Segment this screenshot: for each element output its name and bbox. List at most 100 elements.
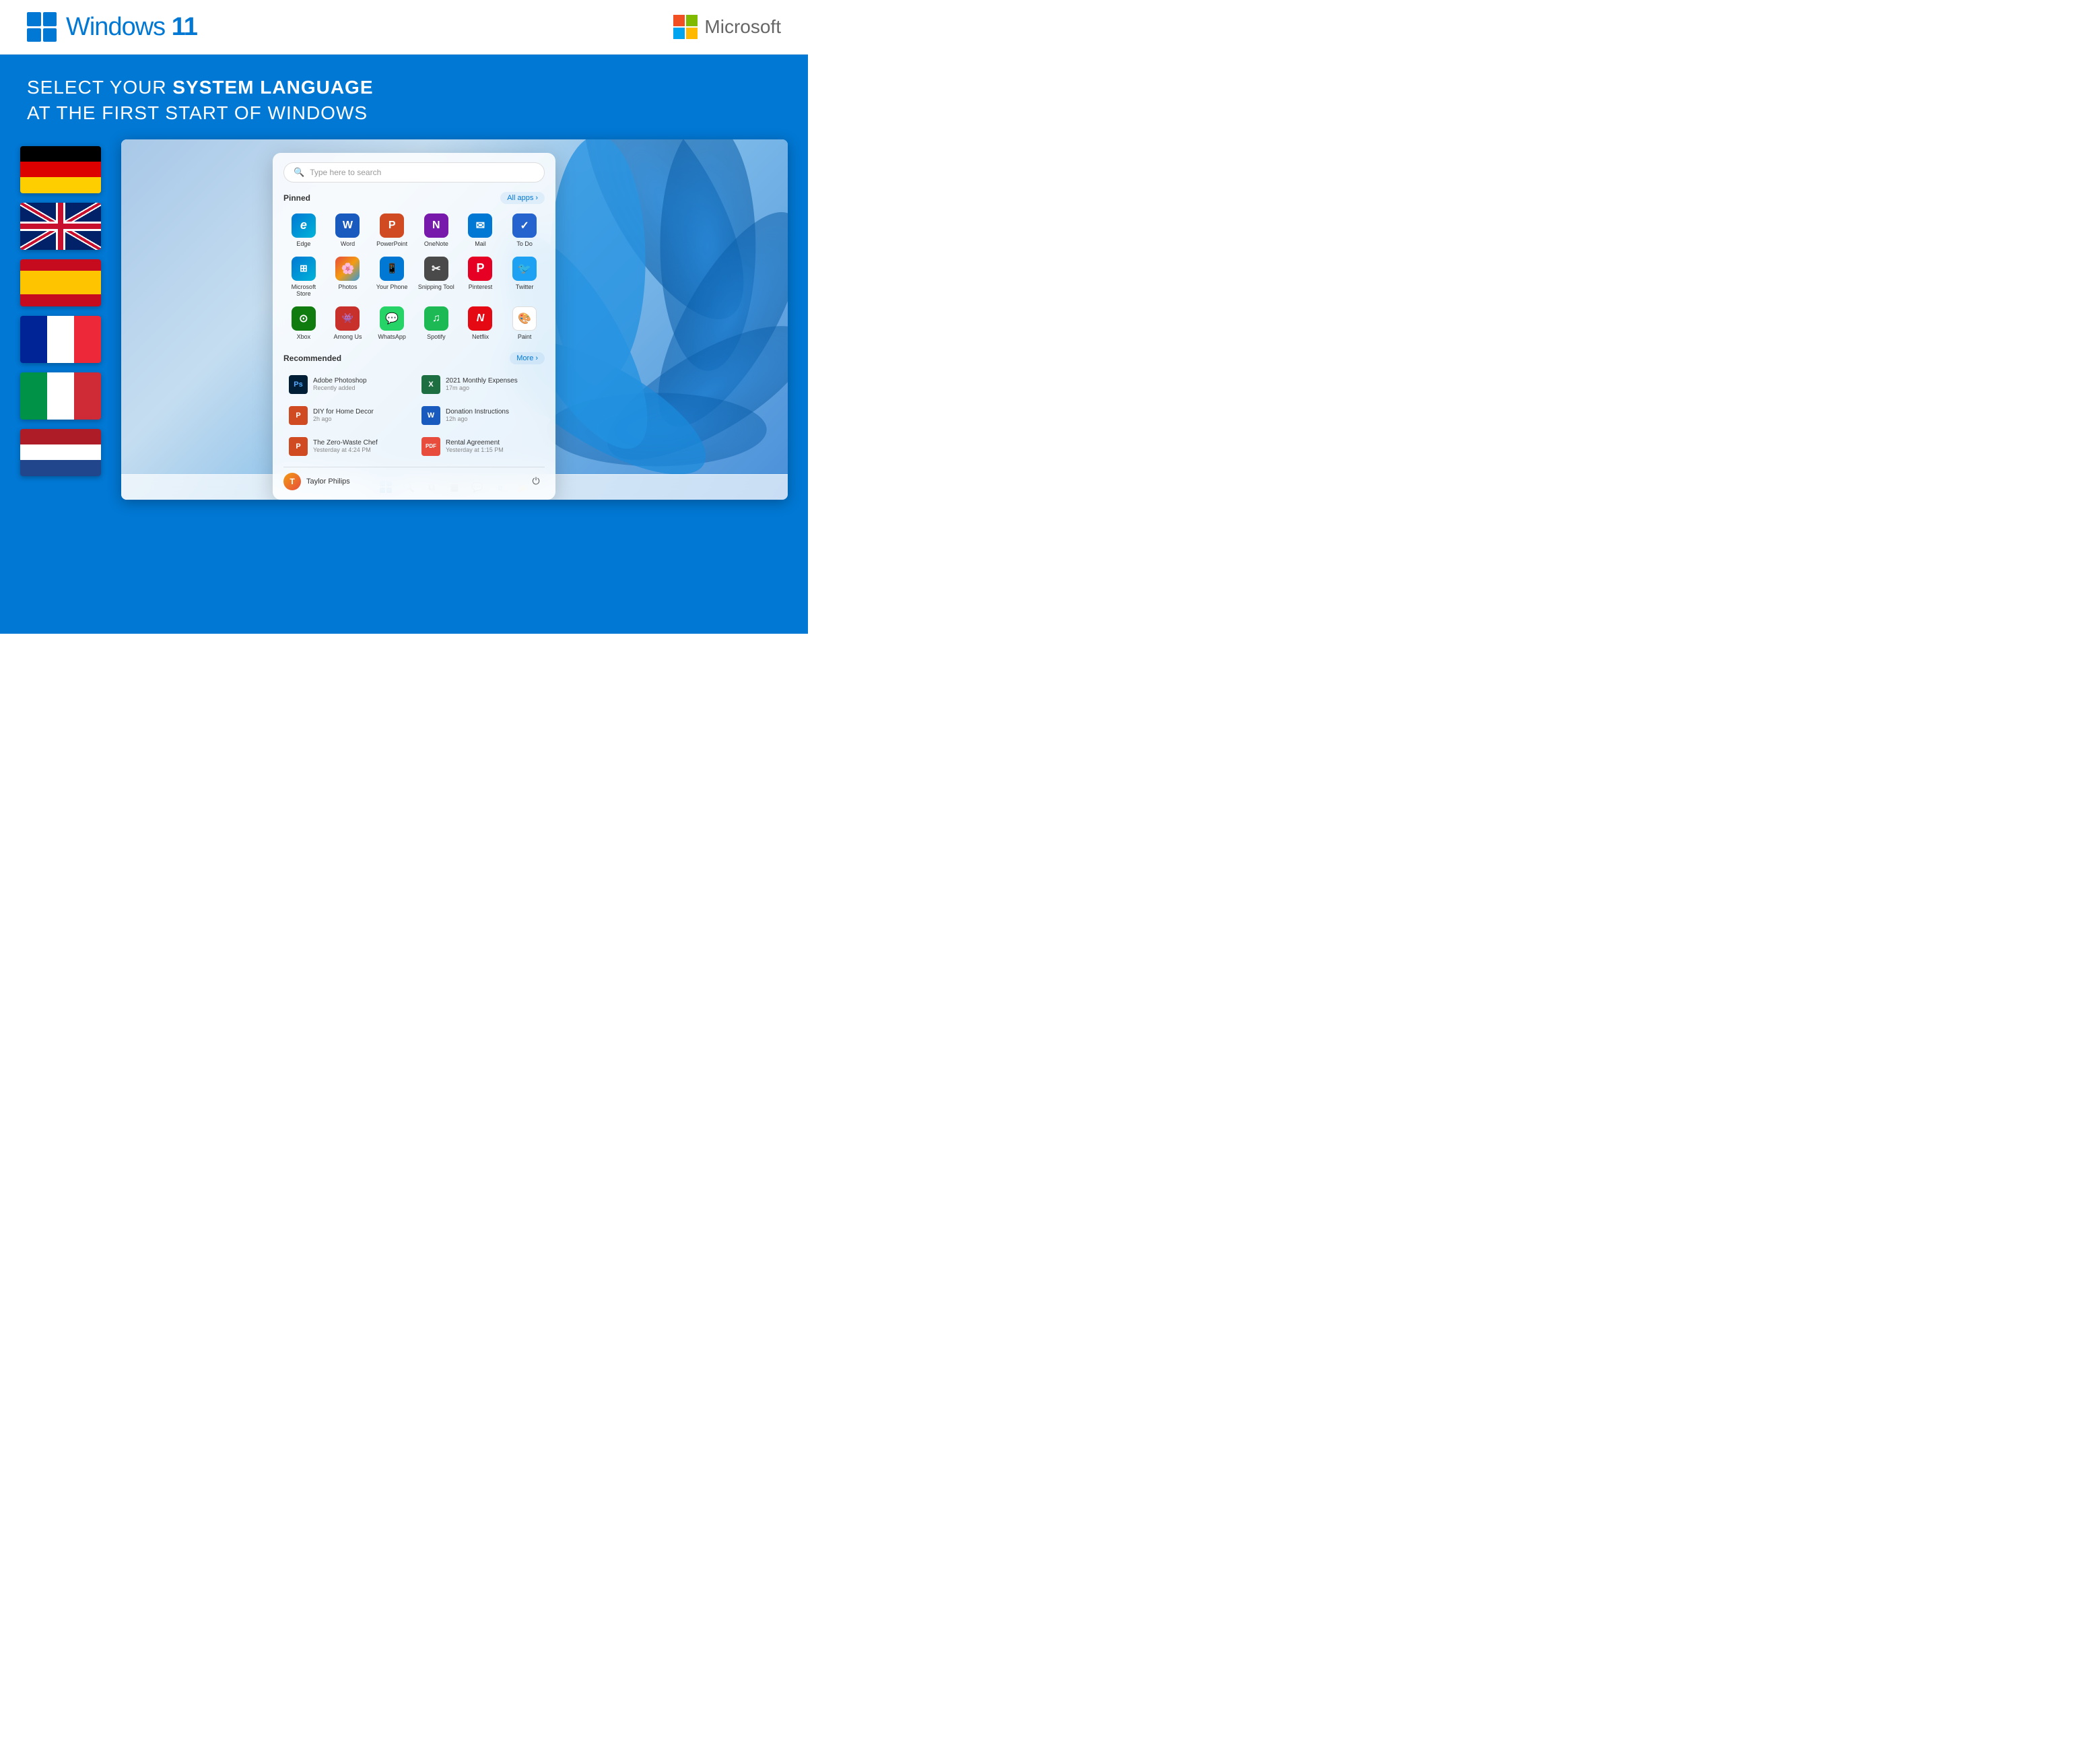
user-avatar: T xyxy=(283,473,301,490)
recommended-section: Recommended More › Ps Adobe Photoshop xyxy=(283,352,545,460)
app-photos[interactable]: 🌸 Photos xyxy=(328,254,368,300)
zerowaste-time: Yesterday at 4:24 PM xyxy=(313,447,378,453)
among-label: Among Us xyxy=(333,333,362,340)
app-powerpoint[interactable]: P PowerPoint xyxy=(372,211,412,250)
msstore-label: Microsoft Store xyxy=(285,284,323,297)
spotify-icon: ♫ xyxy=(424,306,448,331)
rec-expenses[interactable]: X 2021 Monthly Expenses 17m ago xyxy=(416,371,545,398)
onenote-label: OneNote xyxy=(424,240,448,247)
microsoft-logo-area: Microsoft xyxy=(673,15,781,39)
rec-rental[interactable]: PDF Rental Agreement Yesterday at 1:15 P… xyxy=(416,433,545,460)
app-phone[interactable]: 📱 Your Phone xyxy=(372,254,412,300)
zerowaste-name: The Zero-Waste Chef xyxy=(313,439,378,447)
user-info[interactable]: T Taylor Philips xyxy=(283,473,350,490)
flag-italian[interactable] xyxy=(20,372,101,420)
pinned-label: Pinned xyxy=(283,193,310,203)
netflix-icon: N xyxy=(468,306,492,331)
paint-icon: 🎨 xyxy=(512,306,537,331)
word-icon: W xyxy=(335,213,360,238)
windows-logo-area: Windows 11 xyxy=(27,12,197,42)
app-word[interactable]: W Word xyxy=(328,211,368,250)
power-button[interactable]: ⏻ xyxy=(527,473,545,490)
netflix-label: Netflix xyxy=(472,333,489,340)
recommended-section-header: Recommended More › xyxy=(283,352,545,364)
rental-time: Yesterday at 1:15 PM xyxy=(446,447,504,453)
edge-icon: e xyxy=(292,213,316,238)
diy-time: 2h ago xyxy=(313,416,374,422)
blue-section: SELECT YOUR SYSTEM LANGUAGE AT THE FIRST… xyxy=(0,55,808,634)
whatsapp-icon: 💬 xyxy=(380,306,404,331)
chevron-right-icon-more: › xyxy=(535,354,538,362)
app-todo[interactable]: ✓ To Do xyxy=(504,211,545,250)
photoshop-icon: Ps xyxy=(289,375,308,394)
donation-time: 12h ago xyxy=(446,416,509,422)
among-icon: 👾 xyxy=(335,306,360,331)
rec-diy[interactable]: P DIY for Home Decor 2h ago xyxy=(283,402,412,429)
app-netflix[interactable]: N Netflix xyxy=(461,304,501,343)
search-icon: 🔍 xyxy=(294,167,304,178)
diy-icon: P xyxy=(289,406,308,425)
rec-zerowaste[interactable]: P The Zero-Waste Chef Yesterday at 4:24 … xyxy=(283,433,412,460)
flag-french[interactable] xyxy=(20,316,101,363)
microsoft-title: Microsoft xyxy=(704,16,781,38)
app-xbox[interactable]: ⊙ Xbox xyxy=(283,304,324,343)
xbox-label: Xbox xyxy=(297,333,311,340)
onenote-icon: N xyxy=(424,213,448,238)
xbox-icon: ⊙ xyxy=(292,306,316,331)
app-spotify[interactable]: ♫ Spotify xyxy=(416,304,456,343)
todo-icon: ✓ xyxy=(512,213,537,238)
powerpoint-icon: P xyxy=(380,213,404,238)
rental-name: Rental Agreement xyxy=(446,439,504,447)
app-twitter[interactable]: 🐦 Twitter xyxy=(504,254,545,300)
all-apps-button[interactable]: All apps › xyxy=(500,192,545,204)
app-pinterest[interactable]: P Pinterest xyxy=(461,254,501,300)
app-edge[interactable]: e Edge xyxy=(283,211,324,250)
windows-background: 🔍 Type here to search Pinned All apps › xyxy=(121,139,788,500)
todo-label: To Do xyxy=(516,240,533,247)
more-button[interactable]: More › xyxy=(510,352,545,364)
search-placeholder-text: Type here to search xyxy=(310,168,381,177)
phone-icon: 📱 xyxy=(380,257,404,281)
photoshop-time: Recently added xyxy=(313,385,367,391)
flag-netherlands[interactable] xyxy=(20,429,101,476)
snipping-icon: ✂ xyxy=(424,257,448,281)
expenses-time: 17m ago xyxy=(446,385,518,391)
recommended-label: Recommended xyxy=(283,354,341,363)
rec-photoshop[interactable]: Ps Adobe Photoshop Recently added xyxy=(283,371,412,398)
expenses-name: 2021 Monthly Expenses xyxy=(446,377,518,385)
twitter-icon: 🐦 xyxy=(512,257,537,281)
flag-german[interactable] xyxy=(20,146,101,193)
app-snipping[interactable]: ✂ Snipping Tool xyxy=(416,254,456,300)
windows-logo-icon xyxy=(27,12,57,42)
header: Windows 11 Microsoft xyxy=(0,0,808,55)
app-onenote[interactable]: N OneNote xyxy=(416,211,456,250)
search-bar[interactable]: 🔍 Type here to search xyxy=(283,162,545,183)
flag-spanish[interactable] xyxy=(20,259,101,306)
powerpoint-label: PowerPoint xyxy=(376,240,407,247)
diy-name: DIY for Home Decor xyxy=(313,408,374,416)
windows-screenshot: 🔍 Type here to search Pinned All apps › xyxy=(121,139,788,500)
snipping-label: Snipping Tool xyxy=(418,284,454,290)
content-row: 🔍 Type here to search Pinned All apps › xyxy=(0,139,808,634)
rec-donation[interactable]: W Donation Instructions 12h ago xyxy=(416,402,545,429)
app-paint[interactable]: 🎨 Paint xyxy=(504,304,545,343)
app-msstore[interactable]: ⊞ Microsoft Store xyxy=(283,254,324,300)
microsoft-logo-icon xyxy=(673,15,698,39)
recommended-grid: Ps Adobe Photoshop Recently added X 2021… xyxy=(283,371,545,460)
headline-line1: SELECT YOUR SYSTEM LANGUAGE xyxy=(27,75,781,100)
pinterest-icon: P xyxy=(468,257,492,281)
mail-label: Mail xyxy=(475,240,486,247)
whatsapp-label: WhatsApp xyxy=(378,333,406,340)
app-among[interactable]: 👾 Among Us xyxy=(328,304,368,343)
app-whatsapp[interactable]: 💬 WhatsApp xyxy=(372,304,412,343)
headline: SELECT YOUR SYSTEM LANGUAGE AT THE FIRST… xyxy=(0,55,808,139)
flag-uk[interactable] xyxy=(20,203,101,250)
paint-label: Paint xyxy=(518,333,532,340)
twitter-label: Twitter xyxy=(516,284,534,290)
zerowaste-icon: P xyxy=(289,437,308,456)
donation-icon: W xyxy=(421,406,440,425)
pinned-apps-grid: e Edge W Word P PowerPoint N xyxy=(283,211,545,343)
app-mail[interactable]: ✉ Mail xyxy=(461,211,501,250)
pinterest-label: Pinterest xyxy=(469,284,493,290)
windows-title: Windows 11 xyxy=(66,13,197,42)
